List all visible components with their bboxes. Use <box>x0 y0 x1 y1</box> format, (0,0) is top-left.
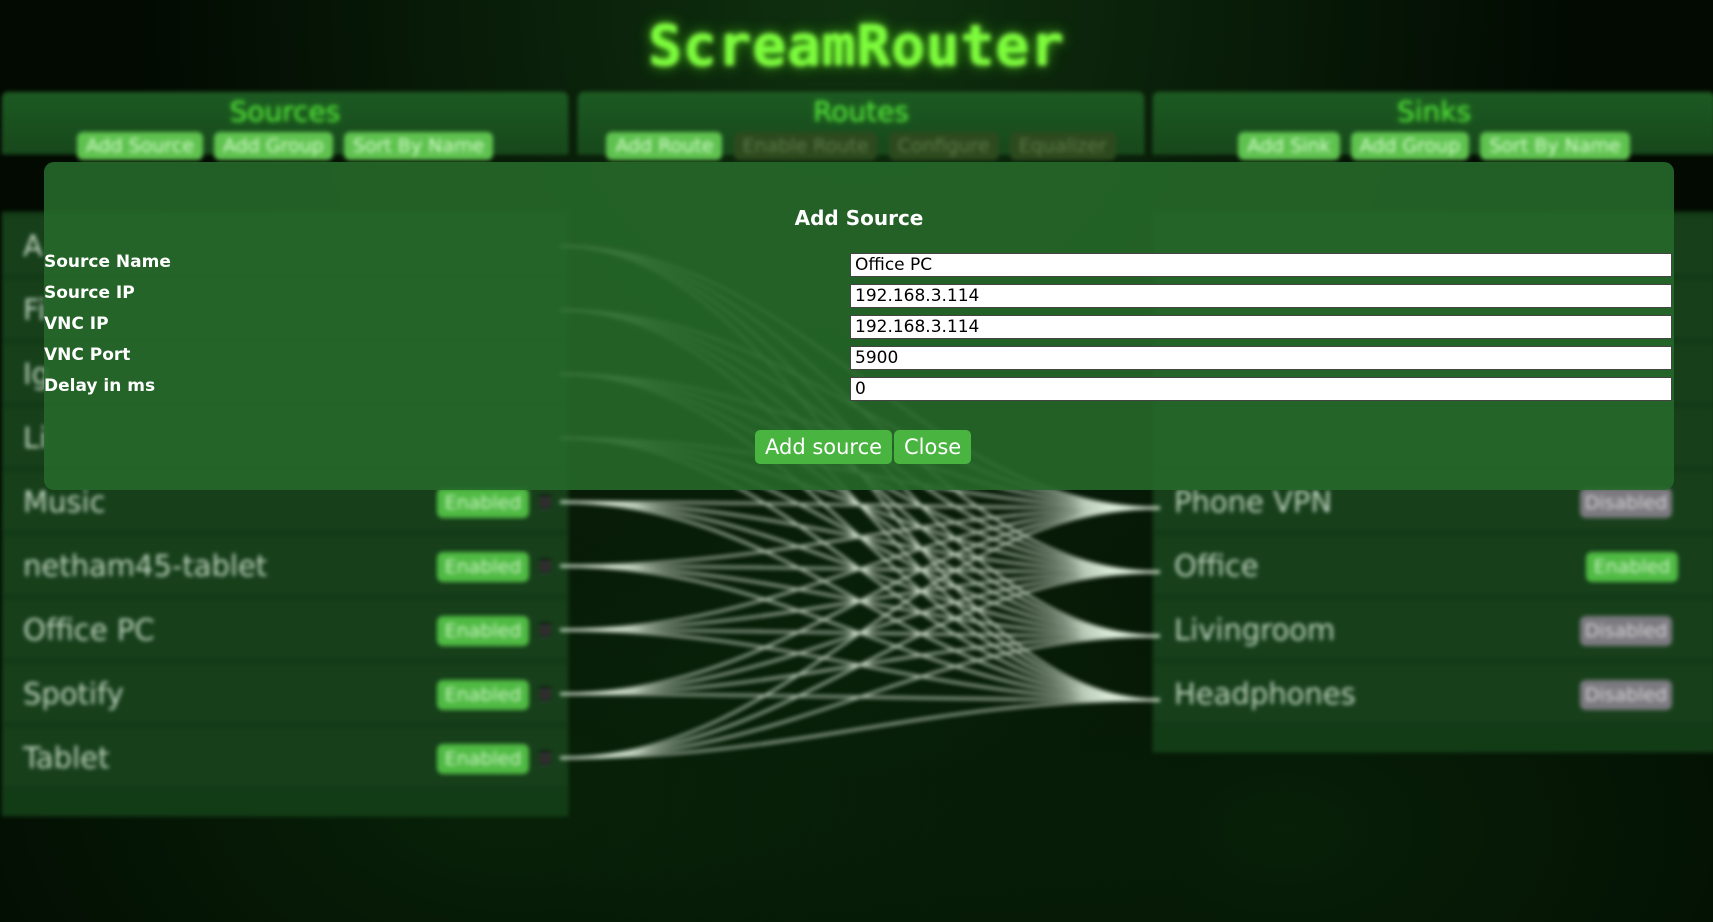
add-source-submit-button[interactable]: Add source <box>755 430 893 464</box>
vnc-port-input[interactable] <box>850 346 1672 370</box>
source-ip-input[interactable] <box>850 284 1672 308</box>
close-button[interactable]: Close <box>894 430 972 464</box>
add-source-modal: Add Source Source Name Source IP VNC IP … <box>44 162 1674 490</box>
source-name-label: Source Name <box>44 252 171 272</box>
source-name-input[interactable] <box>850 253 1672 277</box>
delay-label: Delay in ms <box>44 376 156 396</box>
modal-title: Add Source <box>794 206 924 230</box>
delay-input[interactable] <box>850 377 1672 401</box>
vnc-ip-label: VNC IP <box>44 314 109 334</box>
vnc-ip-input[interactable] <box>850 315 1672 339</box>
vnc-port-label: VNC Port <box>44 345 131 365</box>
source-ip-label: Source IP <box>44 283 135 303</box>
